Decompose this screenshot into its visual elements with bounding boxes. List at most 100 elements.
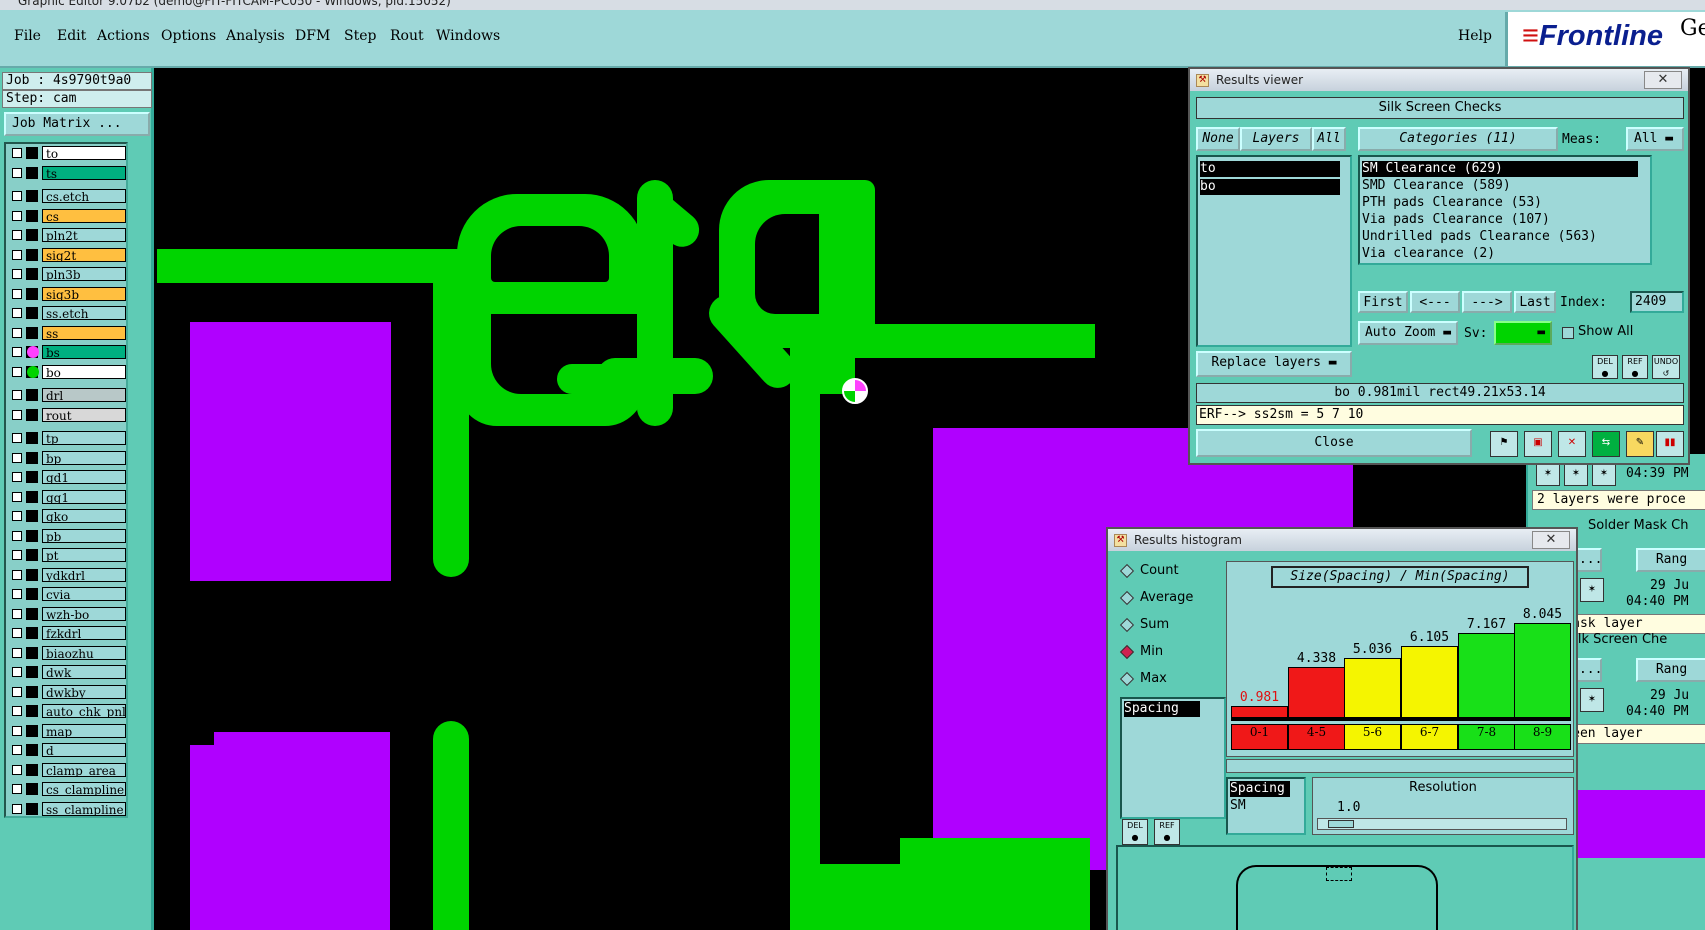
layer-name[interactable]: sig3b	[42, 286, 126, 301]
sv-color-select[interactable]: ▬	[1494, 321, 1552, 345]
reference-icon[interactable]: REF ●	[1622, 355, 1648, 379]
layer-name[interactable]: pln2t	[42, 228, 126, 242]
category-item[interactable]: Via pads Clearance (107)	[1362, 212, 1550, 228]
first-button[interactable]: First	[1358, 291, 1408, 313]
menu-edit[interactable]: Edit	[57, 28, 86, 44]
delete-icon[interactable]: DEL ●	[1122, 819, 1148, 845]
show-all-checkbox[interactable]	[1562, 327, 1574, 339]
layer-name[interactable]: bs	[42, 345, 126, 359]
category-list[interactable]: SM Clearance (629) SMD Clearance (589) P…	[1358, 155, 1652, 265]
layer-checkbox[interactable]	[12, 686, 22, 697]
layer-name[interactable]: auto_chk_pnl	[42, 704, 126, 718]
layer-row-drl[interactable]: drl	[8, 388, 126, 402]
layer-name[interactable]: pb	[42, 528, 126, 543]
range-button[interactable]: Rang	[1636, 658, 1705, 682]
job-matrix-button[interactable]: Job Matrix ...	[4, 112, 150, 136]
layer-checkbox[interactable]	[12, 472, 22, 482]
layer-checkbox[interactable]	[12, 230, 22, 240]
layer-checkbox[interactable]	[12, 647, 22, 658]
layer-name[interactable]: cs.etch	[42, 189, 126, 203]
layer-name[interactable]: fzkdrl	[42, 626, 126, 640]
layer-checkbox[interactable]	[12, 569, 22, 580]
histogram-bar[interactable]	[1344, 658, 1401, 718]
layer-name[interactable]: cvia	[42, 587, 126, 601]
layer-checkbox[interactable]	[12, 148, 22, 158]
layer-results-list[interactable]: to bo	[1196, 155, 1352, 347]
layer-checkbox[interactable]	[12, 191, 22, 201]
layer-name[interactable]: dwk	[42, 665, 126, 679]
layer-checkbox[interactable]	[12, 167, 22, 178]
layers-button[interactable]: Layers	[1240, 127, 1312, 151]
layer-row-clamp-area[interactable]: clamp_area	[8, 762, 126, 777]
run-icon[interactable]: ✶	[1564, 462, 1588, 486]
layer-name[interactable]: ss	[42, 325, 126, 340]
menu-options[interactable]: Options	[161, 28, 216, 44]
layer-checkbox[interactable]	[12, 491, 22, 502]
next-button[interactable]: --->	[1462, 291, 1512, 313]
layer-name[interactable]: rout	[42, 407, 126, 422]
layer-name[interactable]: gg1	[42, 489, 126, 504]
layer-name[interactable]: dwkby	[42, 684, 126, 699]
range-button[interactable]: Rang	[1636, 548, 1705, 572]
undo-icon[interactable]: UNDO ↺	[1652, 355, 1680, 379]
layer-row-gd1[interactable]: gd1	[8, 470, 126, 484]
histogram-bar[interactable]	[1401, 646, 1458, 718]
list-item[interactable]: bo	[1200, 179, 1340, 195]
layer-list[interactable]: to ts cs.etch cs pln2t sig2t pln3b sig3b ss.etch…	[4, 142, 128, 818]
layer-name[interactable]: d	[42, 743, 126, 757]
layer-checkbox[interactable]	[12, 608, 22, 619]
layer-row-auto-chk-pnl[interactable]: auto_chk_pnl	[8, 704, 126, 718]
layer-checkbox[interactable]	[12, 764, 22, 775]
layer-name[interactable]: ydkdrl	[42, 567, 126, 582]
remove-icon[interactable]: ✕	[1558, 431, 1586, 457]
histogram-bar[interactable]	[1288, 667, 1345, 718]
layer-checkbox[interactable]	[12, 628, 22, 638]
layer-checkbox[interactable]	[12, 249, 22, 260]
layer-row-tp[interactable]: tp	[8, 431, 126, 445]
layer-checkbox[interactable]	[12, 366, 22, 377]
category-item[interactable]: PTH pads Clearance (53)	[1362, 195, 1542, 211]
menu-help[interactable]: Help	[1458, 28, 1492, 44]
category-item[interactable]: Undrilled pads Clearance (563)	[1362, 229, 1597, 245]
layer-checkbox[interactable]	[12, 308, 22, 318]
layer-row-ss[interactable]: ss	[8, 325, 126, 340]
flag-icon[interactable]: ⚑	[1490, 431, 1518, 457]
list-item[interactable]: SM	[1230, 798, 1246, 814]
layer-checkbox[interactable]	[12, 210, 22, 221]
menu-step[interactable]: Step	[344, 28, 376, 44]
list-item[interactable]: to	[1200, 161, 1340, 177]
histogram-bar[interactable]	[1231, 706, 1288, 718]
layer-name[interactable]: gd1	[42, 470, 126, 484]
reference-icon[interactable]: REF ●	[1154, 819, 1180, 845]
close-icon[interactable]: ✕	[1532, 531, 1570, 549]
layer-row-bo[interactable]: bo	[8, 364, 126, 379]
histogram-icon[interactable]: ▮▮	[1656, 431, 1684, 457]
layer-name[interactable]: pln3b	[42, 267, 126, 281]
layer-name[interactable]: ss_clampline	[42, 801, 126, 816]
chart-scrollbar[interactable]	[1226, 759, 1574, 773]
layer-name[interactable]: clamp_area	[42, 762, 126, 777]
menu-windows[interactable]: Windows	[436, 28, 500, 44]
layer-row-fzkdrl[interactable]: fzkdrl	[8, 626, 126, 640]
lower-attribute-list[interactable]: Spacing SM	[1226, 777, 1306, 835]
all-layers-button[interactable]: All	[1312, 127, 1346, 151]
menu-file[interactable]: File	[14, 28, 41, 44]
layer-checkbox[interactable]	[12, 288, 22, 299]
layer-checkbox[interactable]	[12, 550, 22, 560]
layer-name[interactable]: bp	[42, 450, 126, 465]
category-item[interactable]: SMD Clearance (589)	[1362, 178, 1511, 194]
layer-name[interactable]: ts	[42, 165, 126, 180]
notes-icon[interactable]: ✎	[1626, 431, 1654, 457]
layer-checkbox[interactable]	[12, 511, 22, 521]
index-input[interactable]: 2409	[1630, 291, 1684, 313]
layer-row-pt[interactable]: pt	[8, 548, 126, 562]
layer-name[interactable]: tp	[42, 431, 126, 445]
layer-row-bs[interactable]: bs	[8, 345, 126, 359]
layer-row-rout[interactable]: rout	[8, 407, 126, 422]
slider-handle[interactable]	[1328, 820, 1354, 828]
layer-row-sig3b[interactable]: sig3b	[8, 286, 126, 301]
attribute-list[interactable]: Spacing	[1120, 697, 1226, 819]
layer-name[interactable]: ss.etch	[42, 306, 126, 320]
layer-row-to[interactable]: to	[8, 146, 126, 160]
prev-button[interactable]: <---	[1410, 291, 1460, 313]
